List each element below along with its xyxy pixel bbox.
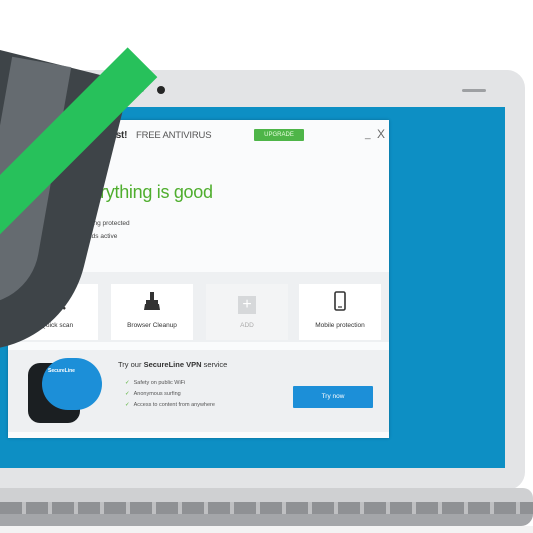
vpn-cloud-label: SecureLine [48, 368, 75, 374]
tile-mobile-protection[interactable]: Mobile protection [299, 284, 381, 340]
promo-banner: SecureLine Try our SecureLine VPN servic… [8, 350, 389, 432]
keyboard [0, 502, 533, 514]
laptop-camera [157, 86, 165, 94]
upgrade-button[interactable]: UPGRADE [254, 129, 304, 141]
tile-add[interactable]: + ADD [206, 284, 288, 340]
phone-icon [299, 290, 381, 317]
promo-heading: Try our SecureLine VPN service [118, 360, 228, 369]
minimize-button[interactable]: _ [365, 129, 371, 140]
tile-browser-cleanup[interactable]: Browser Cleanup [111, 284, 193, 340]
promo-feature: ✓ Access to content from anywhere [125, 402, 215, 408]
promo-feature: ✓ Safety on public WiFi [125, 380, 186, 386]
laptop-indicator [462, 89, 486, 92]
close-button[interactable]: X [377, 127, 385, 141]
laptop-base [0, 488, 533, 533]
try-now-button[interactable]: Try now [293, 386, 373, 408]
broom-icon [111, 290, 193, 317]
laptop-shadow [0, 526, 533, 533]
tile-label: Browser Cleanup [127, 322, 177, 329]
promo-feature: ✓ Anonymous surfing [125, 391, 181, 397]
add-icon: + [206, 290, 288, 314]
laptop-base-top [0, 488, 533, 502]
vpn-cloud-image [42, 358, 102, 410]
tile-label: ADD [240, 322, 254, 329]
check-icon: ✓ [125, 402, 130, 408]
check-icon: ✓ [125, 391, 130, 397]
check-icon: ✓ [125, 380, 130, 386]
laptop-base-edge [0, 514, 533, 526]
tile-label: Mobile protection [315, 322, 365, 329]
product-name: FREE ANTIVIRUS [136, 130, 212, 141]
